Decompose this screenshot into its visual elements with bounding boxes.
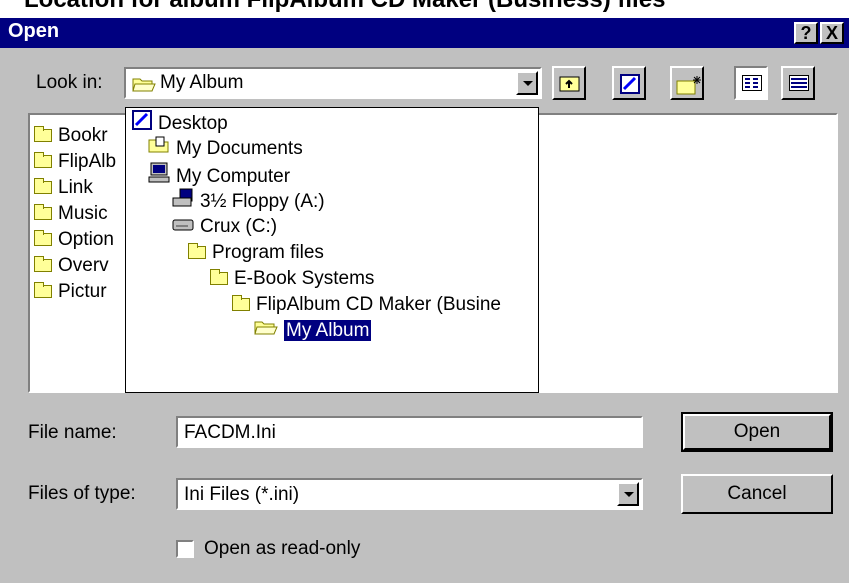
desktop-icon <box>619 73 641 101</box>
look-in-value: My Album <box>160 72 244 93</box>
tree-item-my-documents[interactable]: My Documents <box>148 136 303 162</box>
hard-drive-icon <box>172 214 194 240</box>
files-of-type-dropdown-button[interactable] <box>617 482 639 506</box>
file-name-label: File name: <box>28 422 117 443</box>
files-of-type-value: Ini Files (*.ini) <box>184 484 300 505</box>
new-folder-icon <box>676 75 702 101</box>
folder-icon <box>34 152 52 169</box>
look-in-combobox[interactable]: My Album <box>124 67 542 99</box>
details-view-button[interactable] <box>781 66 815 100</box>
list-item[interactable]: Pictur <box>34 279 107 305</box>
file-name-input[interactable]: FACDM.Ini <box>176 416 643 448</box>
title-bar <box>0 18 849 48</box>
list-item[interactable]: Option <box>34 227 114 253</box>
window-title: Open <box>8 20 60 42</box>
tree-item-desktop[interactable]: Desktop <box>132 110 228 136</box>
tree-item-e-book-systems[interactable]: E-Book Systems <box>210 266 374 292</box>
open-folder-icon <box>254 318 278 344</box>
desktop-icon <box>132 110 152 138</box>
list-view-icon <box>742 75 762 97</box>
folder-icon <box>34 178 52 195</box>
tree-item-my-album[interactable]: My Album <box>254 318 372 344</box>
files-of-type-combobox[interactable]: Ini Files (*.ini) <box>176 478 643 510</box>
list-item[interactable]: Overv <box>34 253 109 279</box>
read-only-checkbox[interactable] <box>176 540 194 558</box>
open-folder-icon <box>132 75 156 99</box>
up-folder-icon <box>559 74 581 98</box>
folder-icon <box>34 282 52 299</box>
folder-icon <box>34 256 52 273</box>
read-only-label: Open as read-only <box>204 538 361 559</box>
list-item[interactable]: Link <box>34 175 93 201</box>
floppy-drive-icon <box>172 188 194 216</box>
folder-icon <box>210 269 228 286</box>
tree-item-my-computer[interactable]: My Computer <box>148 162 290 188</box>
look-in-dropdown-list[interactable]: Desktop My Documents My Computer 3½ Flop… <box>125 107 539 393</box>
open-button[interactable]: Open <box>681 412 833 452</box>
my-documents-icon <box>148 136 170 162</box>
tree-item-floppy[interactable]: 3½ Floppy (A:) <box>172 188 325 214</box>
up-one-level-button[interactable] <box>552 66 586 100</box>
list-item[interactable]: Music <box>34 201 108 227</box>
help-button[interactable]: ? <box>794 22 818 44</box>
look-in-dropdown-button[interactable] <box>516 71 538 95</box>
files-of-type-label: Files of type: <box>28 483 136 504</box>
tree-item-flipalbum-cd-maker[interactable]: FlipAlbum CD Maker (Busine <box>232 292 501 318</box>
folder-icon <box>232 295 250 312</box>
folder-icon <box>188 243 206 260</box>
cancel-button[interactable]: Cancel <box>681 474 833 514</box>
folder-icon <box>34 126 52 143</box>
look-in-label: Look in: <box>36 72 103 93</box>
tree-item-crux-c[interactable]: Crux (C:) <box>172 214 277 240</box>
background-caption: Location for album FlipAlbum CD Maker (B… <box>0 0 849 18</box>
details-view-icon <box>789 75 809 97</box>
my-computer-icon <box>148 162 170 192</box>
new-folder-button[interactable] <box>670 66 704 100</box>
folder-icon <box>34 230 52 247</box>
file-name-value: FACDM.Ini <box>184 422 276 443</box>
close-button[interactable]: X <box>820 22 844 44</box>
list-item[interactable]: Bookr <box>34 123 108 149</box>
folder-icon <box>34 204 52 221</box>
list-item[interactable]: FlipAlb <box>34 149 116 175</box>
desktop-button[interactable] <box>612 66 646 100</box>
tree-item-program-files[interactable]: Program files <box>188 240 324 266</box>
list-view-button[interactable] <box>734 66 768 100</box>
